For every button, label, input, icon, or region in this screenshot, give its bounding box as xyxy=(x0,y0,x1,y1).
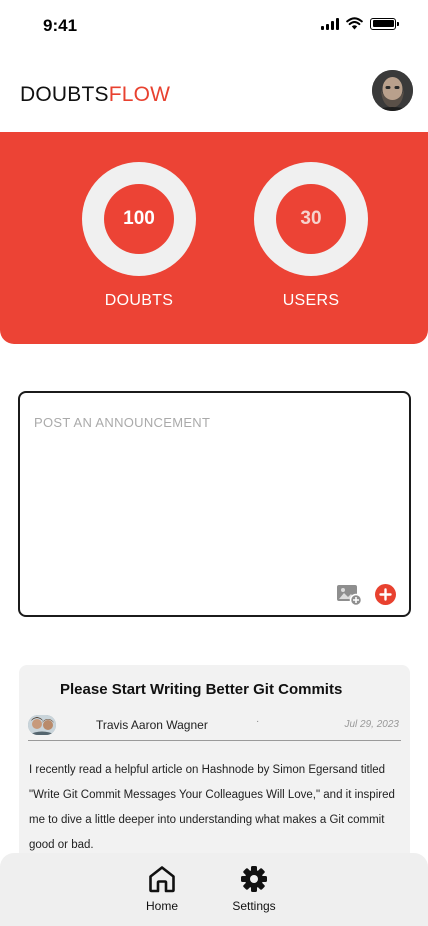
post-body: I recently read a helpful article on Has… xyxy=(29,764,395,851)
nav-settings[interactable]: Settings xyxy=(228,865,280,913)
status-bar: 9:41 xyxy=(0,0,428,52)
add-image-button[interactable] xyxy=(336,584,363,607)
doubts-label: DOUBTS xyxy=(104,292,174,309)
nav-home[interactable]: Home xyxy=(143,865,181,913)
cellular-signal-icon xyxy=(321,17,339,30)
bottom-nav: Home Settings xyxy=(0,853,428,926)
announcement-composer xyxy=(18,391,411,617)
doubts-ring: 100 xyxy=(82,162,196,276)
status-time: 9:41 xyxy=(43,16,78,35)
stats-panel: 100 DOUBTS 30 USERS xyxy=(0,132,428,344)
users-count-circle: 30 xyxy=(276,184,346,254)
status-icons xyxy=(321,17,399,30)
app-header: DOUBTSFLOW xyxy=(0,70,428,114)
author-name[interactable]: Travis Aaron Wagner xyxy=(96,718,208,732)
nav-settings-label: Settings xyxy=(232,899,276,913)
app-logo[interactable]: DOUBTSFLOW xyxy=(20,83,170,107)
post-author-row: Travis Aaron Wagner · Jul 29, 2023 xyxy=(28,713,401,741)
profile-photo xyxy=(372,70,413,111)
logo-text-doubts: DOUBTS xyxy=(20,83,109,106)
logo-text-flow: FLOW xyxy=(108,83,171,106)
home-icon xyxy=(149,866,175,893)
doubts-count-circle: 100 xyxy=(104,184,174,254)
users-label: USERS xyxy=(282,292,340,309)
author-photo xyxy=(28,715,56,735)
add-image-icon xyxy=(337,585,363,607)
gear-icon xyxy=(241,866,267,892)
battery-icon xyxy=(370,17,399,30)
wifi-icon xyxy=(346,17,363,30)
stat-doubts[interactable]: 100 DOUBTS xyxy=(82,162,196,310)
nav-home-label: Home xyxy=(145,899,178,913)
profile-avatar[interactable] xyxy=(372,70,413,111)
post-announcement-button[interactable] xyxy=(375,584,396,605)
meta-separator: · xyxy=(256,716,260,727)
users-count: 30 xyxy=(300,208,322,229)
announcement-input[interactable] xyxy=(34,415,394,565)
users-ring: 30 xyxy=(254,162,368,276)
post-date: Jul 29, 2023 xyxy=(344,719,400,730)
post-title[interactable]: Please Start Writing Better Git Commits xyxy=(60,681,342,698)
plus-circle-icon xyxy=(379,588,392,601)
author-avatar[interactable] xyxy=(28,715,56,735)
stat-users[interactable]: 30 USERS xyxy=(254,162,368,310)
doubts-count: 100 xyxy=(123,208,155,229)
